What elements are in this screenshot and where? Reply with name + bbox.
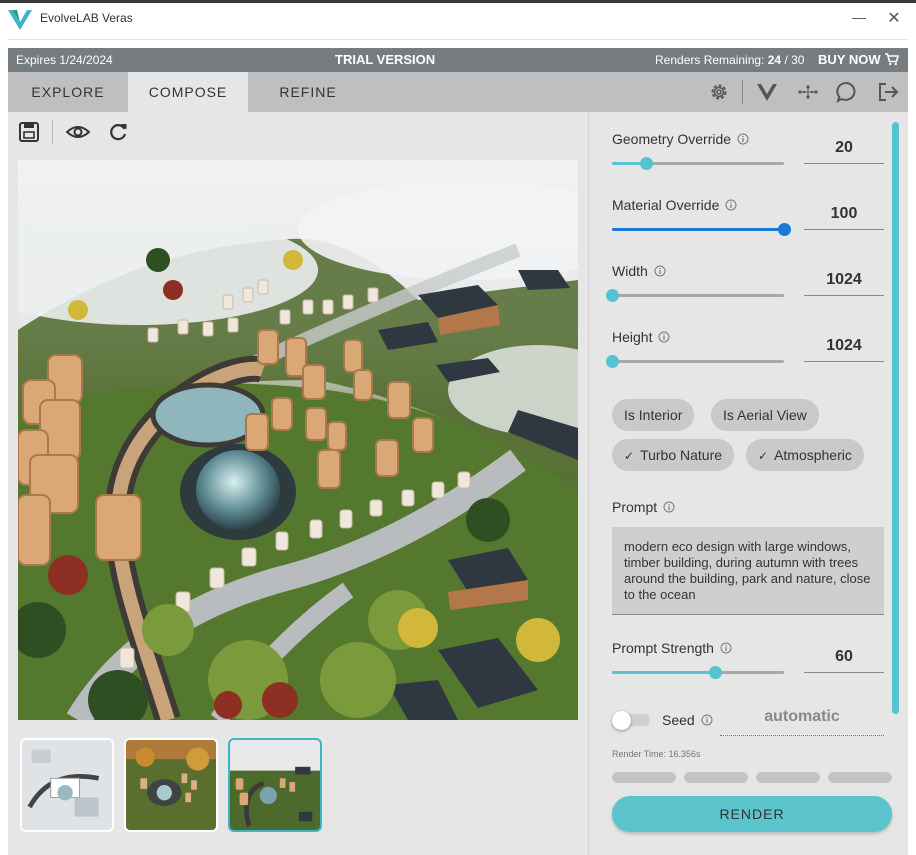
render-thumbnail-2[interactable] <box>124 738 218 832</box>
info-icon[interactable] <box>701 714 713 726</box>
buy-now-button[interactable]: BUY NOW <box>818 52 899 67</box>
render-progress-segment <box>828 772 892 783</box>
prompt-textarea[interactable]: modern eco design with large windows, ti… <box>612 527 884 615</box>
material-override-label: Material Override <box>612 197 737 213</box>
height-label: Height <box>612 329 670 345</box>
material-override-slider[interactable] <box>612 223 791 236</box>
rendered-image[interactable] <box>18 160 578 720</box>
minimize-button[interactable]: — <box>849 9 869 25</box>
toggle-knob <box>612 711 631 730</box>
chip-is-interior[interactable]: Is Interior <box>612 399 695 431</box>
info-icon[interactable] <box>663 501 675 513</box>
info-icon[interactable] <box>658 331 670 343</box>
close-button[interactable]: ✕ <box>884 8 904 28</box>
info-icon[interactable] <box>737 133 749 145</box>
check-icon: ✓ <box>624 449 635 463</box>
render-progress-segment <box>756 772 820 783</box>
eye-icon[interactable] <box>66 121 90 143</box>
prompt-text-label: Prompt <box>612 499 658 515</box>
chip-label: Is Interior <box>624 407 683 423</box>
width-label: Width <box>612 263 666 279</box>
slider-thumb[interactable] <box>778 223 791 236</box>
height-text: Height <box>612 329 653 345</box>
render-thumbnail-3[interactable] <box>228 738 322 832</box>
geometry-override-value[interactable]: 20 <box>804 139 884 164</box>
veras-logo-icon <box>8 10 32 30</box>
logout-icon[interactable] <box>877 81 899 103</box>
buy-now-label: BUY NOW <box>818 52 881 67</box>
chip-label: Turbo Nature <box>640 447 723 463</box>
seed-input[interactable]: automatic <box>720 708 884 736</box>
render-progress-segment <box>684 772 748 783</box>
toolbar-divider <box>52 120 53 144</box>
expiry-date: Expires 1/24/2024 <box>16 53 113 67</box>
seed-toggle[interactable] <box>612 711 650 730</box>
render-progress-segment <box>612 772 676 783</box>
height-slider[interactable] <box>606 355 784 368</box>
prompt-strength-label: Prompt Strength <box>612 640 732 656</box>
title-separator <box>8 39 908 40</box>
settings-icon[interactable] <box>708 81 730 103</box>
tab-compose[interactable]: COMPOSE <box>128 72 248 112</box>
check-icon: ✓ <box>758 449 769 463</box>
chip-label: Atmospheric <box>774 447 852 463</box>
geometry-override-text: Geometry Override <box>612 131 732 147</box>
geometry-override-slider[interactable] <box>612 157 784 170</box>
info-icon[interactable] <box>725 199 737 211</box>
seed-text: Seed <box>662 712 695 728</box>
chip-label: Is Aerial View <box>723 407 807 423</box>
license-status-bar: Expires 1/24/2024 TRIAL VERSION Renders … <box>8 48 908 72</box>
network-icon[interactable] <box>797 81 819 103</box>
slider-fill <box>612 228 784 231</box>
info-icon[interactable] <box>720 642 732 654</box>
main-nav-bar: EXPLORE COMPOSE REFINE <box>8 72 908 112</box>
prompt-strength-value[interactable]: 60 <box>804 648 884 673</box>
prompt-label: Prompt <box>612 499 675 515</box>
width-value[interactable]: 1024 <box>804 271 884 296</box>
width-slider[interactable] <box>606 289 784 302</box>
material-override-value[interactable]: 100 <box>804 205 884 230</box>
renders-remaining-count: 24 <box>767 53 782 67</box>
render-thumbnail-1[interactable] <box>20 738 114 832</box>
geometry-override-label: Geometry Override <box>612 131 749 147</box>
seed-label: Seed <box>662 712 713 728</box>
tab-explore[interactable]: EXPLORE <box>8 72 128 112</box>
app-title: EvolveLAB Veras <box>40 11 133 25</box>
cart-icon <box>884 53 899 66</box>
tab-refine[interactable]: REFINE <box>248 72 368 112</box>
renders-remaining-label: Renders Remaining: <box>655 53 765 67</box>
renders-remaining: Renders Remaining: 24 / 30 <box>655 53 804 67</box>
chip-turbo-nature[interactable]: ✓ Turbo Nature <box>612 439 735 471</box>
chat-icon[interactable] <box>836 81 858 103</box>
nav-divider <box>742 80 743 104</box>
info-icon[interactable] <box>654 265 666 277</box>
width-text: Width <box>612 263 648 279</box>
prompt-strength-text: Prompt Strength <box>612 640 714 656</box>
settings-scrollbar[interactable] <box>892 122 899 714</box>
slider-thumb[interactable] <box>606 289 619 302</box>
material-override-text: Material Override <box>612 197 720 213</box>
renders-total: / 30 <box>784 53 805 67</box>
trial-version-label: TRIAL VERSION <box>335 52 436 67</box>
title-bar: EvolveLAB Veras — ✕ <box>0 3 916 39</box>
chip-atmospheric[interactable]: ✓ Atmospheric <box>746 439 864 471</box>
prompt-strength-slider[interactable] <box>612 666 784 679</box>
veras-logo-icon[interactable] <box>756 81 778 103</box>
refresh-icon[interactable] <box>107 121 129 143</box>
height-value[interactable]: 1024 <box>804 337 884 362</box>
chip-is-aerial-view[interactable]: Is Aerial View <box>711 399 819 431</box>
render-button[interactable]: RENDER <box>612 796 892 832</box>
slider-fill <box>612 671 716 674</box>
slider-thumb[interactable] <box>606 355 619 368</box>
save-icon[interactable] <box>18 121 40 143</box>
render-time: Render Time: 16.356s <box>612 749 701 759</box>
